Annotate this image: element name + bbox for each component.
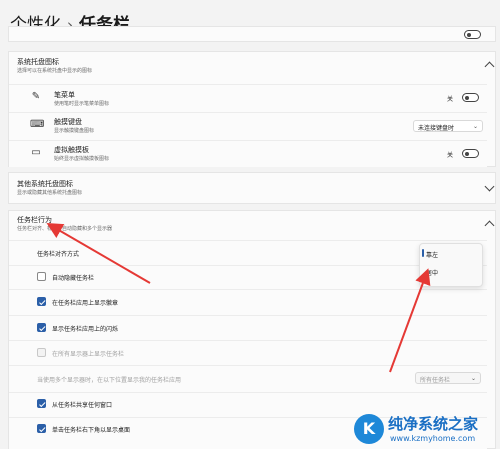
watermark-logo: K <box>354 414 384 444</box>
watermark: K 纯净系统之家 www.kzmyhome.com <box>354 408 498 448</box>
annotation-arrows <box>46 222 431 373</box>
watermark-url: www.kzmyhome.com <box>390 434 476 443</box>
annotation-arrow-center <box>389 268 431 373</box>
watermark-title: 纯净系统之家 <box>388 415 479 433</box>
annotation-arrow-behavior <box>46 222 151 284</box>
